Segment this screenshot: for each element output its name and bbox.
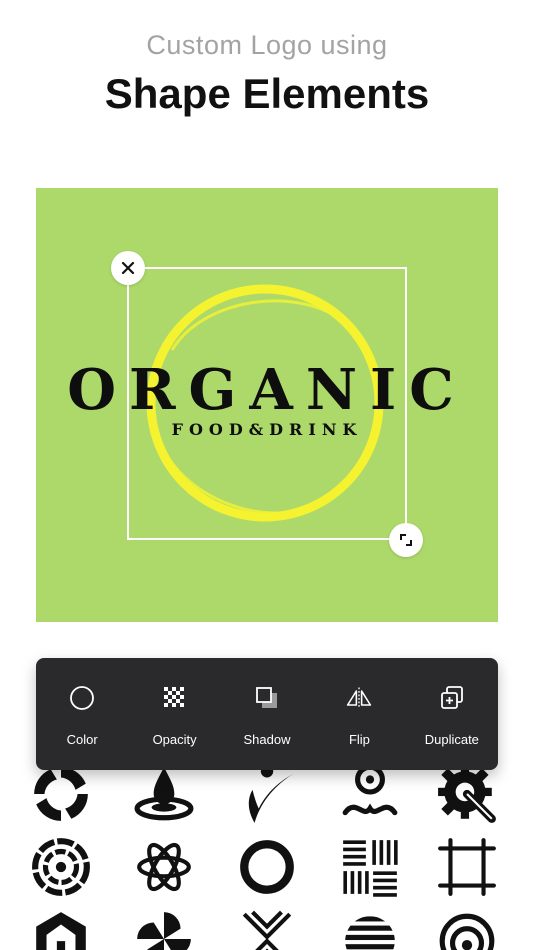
shadow-squares-icon xyxy=(256,687,278,708)
header-title: Shape Elements xyxy=(104,70,430,117)
color-tool-label: Color xyxy=(66,732,98,747)
water-drop-icon[interactable] xyxy=(133,763,195,825)
opacity-tool-label: Opacity xyxy=(152,732,197,747)
shape-grid xyxy=(30,760,500,950)
hexagon-house-icon[interactable] xyxy=(30,908,92,950)
duplicate-icon xyxy=(440,686,463,709)
close-icon xyxy=(121,261,135,275)
edit-toolbar: Color Opacity Shadow Flip Duplicate xyxy=(36,658,498,770)
delete-handle[interactable] xyxy=(111,251,145,285)
striped-globe-icon[interactable] xyxy=(339,908,401,950)
duplicate-tool[interactable]: Duplicate xyxy=(406,658,498,770)
shadow-tool-label: Shadow xyxy=(243,732,291,747)
concentric-segments-icon[interactable] xyxy=(30,836,92,898)
circle-outline-icon xyxy=(70,686,95,710)
resize-handle[interactable] xyxy=(389,523,423,557)
checkerboard-icon xyxy=(163,687,184,707)
gear-wrench-icon[interactable] xyxy=(436,763,498,825)
spiral-burst-icon[interactable] xyxy=(30,763,92,825)
resize-icon xyxy=(400,534,412,546)
chevron-cross-icon[interactable] xyxy=(236,908,298,950)
sketch-frame-icon[interactable] xyxy=(436,836,498,898)
spiral-target-icon[interactable] xyxy=(436,908,498,950)
color-tool[interactable]: Color xyxy=(36,658,128,770)
logo-canvas[interactable]: ORGANIC FOOD&DRINK xyxy=(36,188,498,622)
flip-tool-label: Flip xyxy=(348,732,370,747)
flip-tool[interactable]: Flip xyxy=(313,658,405,770)
swoosh-figure-icon[interactable] xyxy=(236,763,298,825)
atom-flower-icon[interactable] xyxy=(133,836,195,898)
header-subtitle: Custom Logo using xyxy=(146,30,388,60)
duplicate-tool-label: Duplicate xyxy=(424,732,479,747)
meditation-figure-icon[interactable] xyxy=(339,763,401,825)
hatched-squares-icon[interactable] xyxy=(339,836,401,898)
opacity-tool[interactable]: Opacity xyxy=(128,658,220,770)
flip-icon xyxy=(347,687,372,709)
shadow-tool[interactable]: Shadow xyxy=(221,658,313,770)
selection-box[interactable] xyxy=(127,267,407,540)
pinwheel-icon[interactable] xyxy=(133,908,195,950)
brush-ring-icon[interactable] xyxy=(236,836,298,898)
